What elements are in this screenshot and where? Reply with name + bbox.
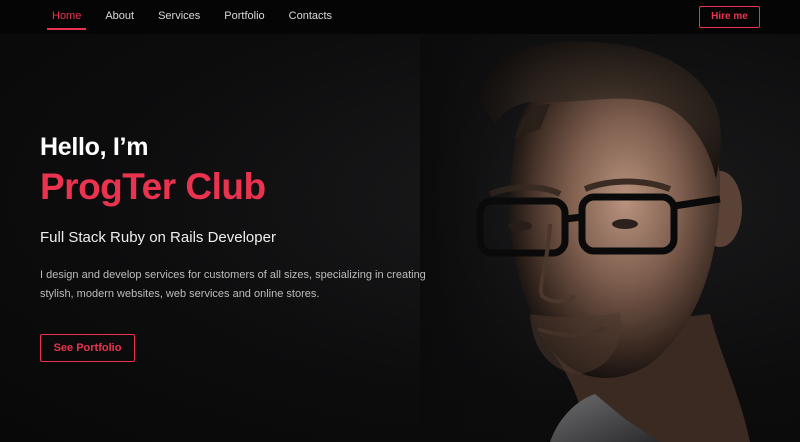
hero-description: I design and develop services for custom… [40,269,426,300]
top-navbar: Home About Services Portfolio Contacts H… [0,0,800,34]
nav-item-home[interactable]: Home [40,0,93,34]
nav-item-contacts[interactable]: Contacts [277,0,344,34]
hero-page: Home About Services Portfolio Contacts H… [0,0,800,442]
nav-item-about[interactable]: About [93,0,146,34]
hire-me-button[interactable]: Hire me [699,6,760,28]
see-portfolio-button[interactable]: See Portfolio [40,334,135,362]
nav-item-portfolio[interactable]: Portfolio [212,0,276,34]
portrait-image [420,34,800,442]
hero-section: Hello, I’m ProgTer Club Full Stack Ruby … [40,130,460,362]
nav-links: Home About Services Portfolio Contacts [40,0,344,34]
nav-item-services[interactable]: Services [146,0,212,34]
greeting-heading: Hello, I’m [40,133,149,161]
name-heading: ProgTer Club [40,166,266,207]
role-subtitle: Full Stack Ruby on Rails Developer [40,229,276,246]
